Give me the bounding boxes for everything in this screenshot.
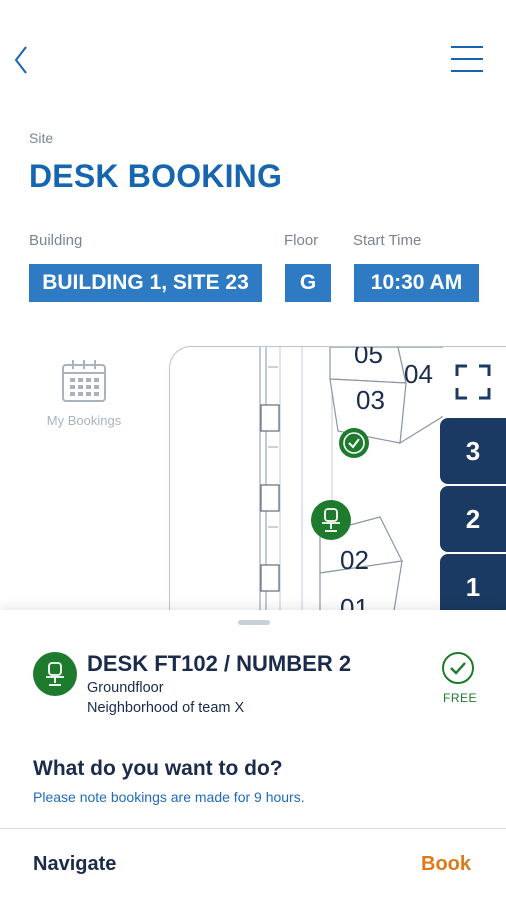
desk-neighborhood: Neighborhood of team X: [87, 700, 245, 716]
navigate-button[interactable]: Navigate: [33, 853, 116, 876]
desk-label-04: 04: [404, 359, 433, 389]
status-badge: FREE: [443, 691, 478, 705]
office-chair-icon: [311, 500, 351, 540]
site-label: Site: [29, 130, 54, 146]
office-chair-icon: [46, 662, 64, 686]
floor-2-button[interactable]: 2: [440, 486, 506, 552]
selected-desk-marker[interactable]: [310, 499, 352, 541]
booking-note: Please note bookings are made for 9 hour…: [33, 789, 305, 805]
desk-label-01: 01: [340, 593, 369, 610]
back-button[interactable]: [8, 42, 38, 78]
start-time-label: Start Time: [353, 232, 422, 249]
floor-selector[interactable]: G: [285, 264, 331, 302]
desk-label-03: 03: [356, 385, 385, 415]
building-selector[interactable]: BUILDING 1, SITE 23: [29, 264, 262, 302]
floor-label: Floor: [284, 232, 319, 249]
sheet-drag-handle[interactable]: [238, 620, 270, 625]
fullscreen-button[interactable]: [440, 348, 506, 416]
free-status-icon: [441, 651, 475, 685]
fullscreen-icon: [455, 364, 491, 400]
menu-button[interactable]: [448, 42, 486, 76]
my-bookings-button[interactable]: My Bookings: [38, 358, 130, 438]
desk-label-05: 05: [354, 346, 383, 369]
divider: [0, 828, 506, 829]
desk-title: DESK FT102 / NUMBER 2: [87, 651, 352, 676]
check-circle-icon: [339, 428, 369, 458]
book-button[interactable]: Book: [421, 853, 471, 876]
desk-icon: [33, 652, 77, 696]
action-question: What do you want to do?: [33, 757, 283, 780]
check-circle-icon: [442, 652, 474, 684]
chevron-left-icon: [14, 46, 27, 74]
start-time-selector[interactable]: 10:30 AM: [354, 264, 479, 302]
page-title: DESK BOOKING: [29, 158, 283, 194]
desk-03-available-marker[interactable]: [338, 427, 370, 459]
hamburger-menu-icon: [451, 46, 483, 72]
desk-floor: Groundfloor: [87, 680, 164, 696]
desk-label-02: 02: [340, 545, 369, 575]
calendar-icon: [62, 360, 106, 402]
floor-3-button[interactable]: 3: [440, 418, 506, 484]
my-bookings-label: My Bookings: [46, 413, 122, 428]
building-label: Building: [29, 232, 83, 249]
